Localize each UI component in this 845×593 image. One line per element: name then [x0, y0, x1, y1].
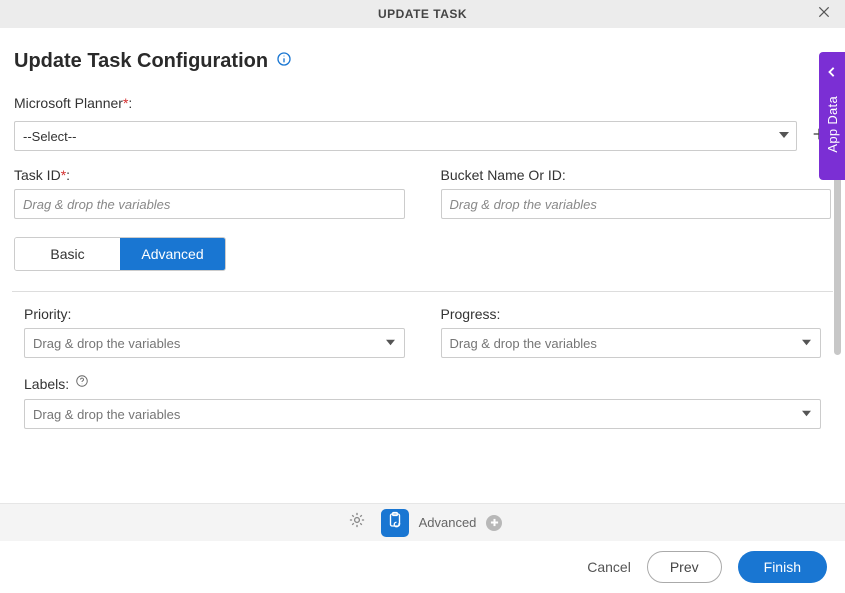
progress-label: Progress: [441, 306, 501, 322]
taskid-bucket-row: Task ID*: Bucket Name Or ID: [14, 167, 831, 219]
info-icon[interactable] [276, 51, 292, 72]
app-data-side-tab[interactable]: App Data [819, 52, 845, 180]
footer-toolbar: Advanced [0, 503, 845, 541]
planner-field-group: Microsoft Planner*: [14, 95, 831, 117]
chevron-left-icon [827, 64, 837, 82]
prev-button[interactable]: Prev [647, 551, 722, 583]
bucket-label: Bucket Name Or ID: [441, 167, 566, 183]
planner-label: Microsoft Planner*: [14, 95, 132, 111]
dialog-header: UPDATE TASK [0, 0, 845, 28]
labels-label-row: Labels: [24, 374, 821, 393]
footer-add-advanced-button[interactable] [486, 515, 502, 531]
mode-tab-group: Basic Advanced [14, 237, 226, 271]
page-title-row: Update Task Configuration [14, 50, 831, 73]
footer: Advanced Cancel Prev Finish [0, 503, 845, 593]
priority-progress-row: Priority: Progress: [24, 306, 821, 358]
repeating-node-label: Repeating Node : [24, 445, 133, 457]
taskid-col: Task ID*: [14, 167, 405, 219]
tab-basic[interactable]: Basic [15, 238, 120, 270]
labels-combo[interactable] [24, 399, 821, 429]
close-icon [817, 6, 831, 23]
planner-select-wrap: --Select-- [14, 121, 797, 151]
progress-combo[interactable] [441, 328, 822, 358]
advanced-panel: Priority: Progress: Labels: [12, 291, 833, 457]
plus-icon [490, 514, 499, 532]
planner-select[interactable]: --Select-- [14, 121, 797, 151]
taskid-input[interactable] [14, 189, 405, 219]
footer-advanced-label: Advanced [419, 515, 477, 530]
footer-actions: Cancel Prev Finish [0, 541, 845, 593]
settings-tool-button[interactable] [343, 509, 371, 537]
priority-combo[interactable] [24, 328, 405, 358]
labels-label: Labels: [24, 376, 69, 392]
clipboard-icon [386, 511, 404, 534]
app-data-side-label: App Data [825, 96, 840, 153]
tab-advanced[interactable]: Advanced [120, 238, 225, 270]
priority-label: Priority: [24, 306, 71, 322]
help-icon[interactable] [75, 374, 89, 393]
priority-col: Priority: [24, 306, 405, 358]
page-title: Update Task Configuration [14, 50, 268, 73]
clipboard-tool-button[interactable] [381, 509, 409, 537]
bucket-input[interactable] [441, 189, 832, 219]
dialog-title: UPDATE TASK [378, 7, 467, 21]
gear-icon [348, 511, 366, 534]
content-area: Update Task Configuration Microsoft Plan… [0, 28, 845, 457]
finish-button[interactable]: Finish [738, 551, 827, 583]
close-button[interactable] [817, 5, 831, 24]
bucket-col: Bucket Name Or ID: [441, 167, 832, 219]
cancel-button[interactable]: Cancel [587, 559, 631, 575]
taskid-label: Task ID*: [14, 167, 70, 183]
planner-select-row: --Select-- [14, 121, 831, 151]
progress-col: Progress: [441, 306, 822, 358]
